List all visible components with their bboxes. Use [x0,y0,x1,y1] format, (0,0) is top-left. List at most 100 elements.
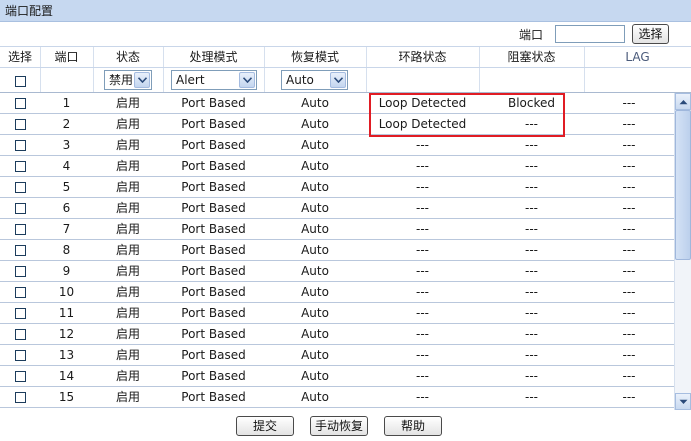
column-header-port: 端口 [54,50,79,64]
row-checkbox[interactable] [15,287,26,298]
row-checkbox[interactable] [15,350,26,361]
lag-value: --- [622,348,636,362]
port-number: 4 [62,159,71,173]
status-filter-select[interactable]: 禁用 [104,70,152,90]
port-number: 9 [62,264,71,278]
column-divider [40,47,41,67]
port-status: 启用 [115,369,140,383]
recovery-mode: Auto [301,390,329,404]
column-divider [264,47,265,67]
table-scrollbar[interactable] [674,93,691,410]
column-divider [479,68,480,92]
block-status: --- [525,222,538,236]
scroll-up-button[interactable] [675,93,691,110]
table-row: 3 启用 Port Based Auto --- --- --- [0,135,674,156]
lag-value: --- [622,201,636,215]
row-checkbox[interactable] [15,140,26,151]
row-checkbox[interactable] [15,329,26,340]
port-status: 启用 [115,243,140,257]
port-table-body: 1 启用 Port Based Auto Loop Detected Blocked ---… [0,93,674,410]
column-header-loop-status: 环路状态 [398,50,447,64]
lag-value: --- [622,117,636,131]
table-header: 选择 端口 状态 处理模式 恢复模式 环路状态 阻塞状态 LAG [0,46,691,68]
row-checkbox[interactable] [15,224,26,235]
column-header-process-mode: 处理模式 [189,50,238,64]
select-port-button[interactable]: 选择 [632,24,669,44]
scroll-down-button[interactable] [675,393,691,410]
scroll-thumb[interactable] [675,110,691,260]
port-search-input[interactable] [555,25,625,43]
port-search-label: 端口 [519,28,544,42]
submit-button[interactable]: 提交 [236,416,294,436]
recovery-mode-filter-value: Auto [286,73,314,87]
table-row: 12 启用 Port Based Auto --- --- --- [0,324,674,345]
port-number: 7 [62,222,71,236]
row-checkbox[interactable] [15,98,26,109]
column-divider [40,68,41,92]
row-checkbox[interactable] [15,182,26,193]
port-number: 10 [58,285,75,299]
process-mode-filter-select[interactable]: Alert [171,70,257,90]
port-number: 2 [62,117,71,131]
help-button[interactable]: 帮助 [384,416,442,436]
status-filter-value: 禁用 [109,73,134,87]
column-header-lag: LAG [625,50,650,64]
row-checkbox[interactable] [15,308,26,319]
table-row: 13 启用 Port Based Auto --- --- --- [0,345,674,366]
lag-value: --- [622,96,636,110]
loop-status: --- [416,327,429,341]
loop-status: Loop Detected [378,117,467,131]
port-status: 启用 [115,96,140,110]
recovery-mode: Auto [301,159,329,173]
select-all-checkbox[interactable] [15,76,26,87]
column-divider [366,47,367,67]
chevron-down-icon [239,72,255,88]
process-mode: Port Based [181,348,246,362]
block-status: --- [525,306,538,320]
row-checkbox[interactable] [15,245,26,256]
row-checkbox[interactable] [15,161,26,172]
column-header-select: 选择 [7,50,32,64]
port-number: 5 [62,180,71,194]
column-header-recovery-mode: 恢复模式 [290,50,339,64]
recovery-mode: Auto [301,201,329,215]
column-header-block-status: 阻塞状态 [507,50,556,64]
recovery-mode: Auto [301,306,329,320]
row-checkbox[interactable] [15,371,26,382]
process-mode: Port Based [181,180,246,194]
loop-status: --- [416,138,429,152]
table-row: 14 启用 Port Based Auto --- --- --- [0,366,674,387]
recovery-mode: Auto [301,264,329,278]
page-title: 端口配置 [0,0,691,22]
lag-value: --- [622,264,636,278]
row-checkbox[interactable] [15,266,26,277]
manual-recover-button[interactable]: 手动恢复 [310,416,368,436]
port-number: 1 [62,96,71,110]
process-mode: Port Based [181,390,246,404]
process-mode: Port Based [181,222,246,236]
recovery-mode: Auto [301,348,329,362]
scroll-up-icon [679,100,688,105]
process-mode: Port Based [181,117,246,131]
port-status: 启用 [115,117,140,131]
chevron-down-icon [134,72,150,88]
port-number: 3 [62,138,71,152]
row-checkbox[interactable] [15,203,26,214]
block-status: --- [525,159,538,173]
port-status: 启用 [115,264,140,278]
recovery-mode-filter-select[interactable]: Auto [281,70,348,90]
process-mode: Port Based [181,96,246,110]
column-divider [584,47,585,67]
port-number: 11 [58,306,75,320]
lag-value: --- [622,138,636,152]
column-header-status: 状态 [115,50,140,64]
block-status: --- [525,264,538,278]
loop-status: --- [416,201,429,215]
block-status: --- [525,348,538,362]
loop-status: --- [416,369,429,383]
lag-value: --- [622,390,636,404]
row-checkbox[interactable] [15,119,26,130]
loop-status: --- [416,222,429,236]
port-number: 15 [58,390,75,404]
row-checkbox[interactable] [15,392,26,403]
